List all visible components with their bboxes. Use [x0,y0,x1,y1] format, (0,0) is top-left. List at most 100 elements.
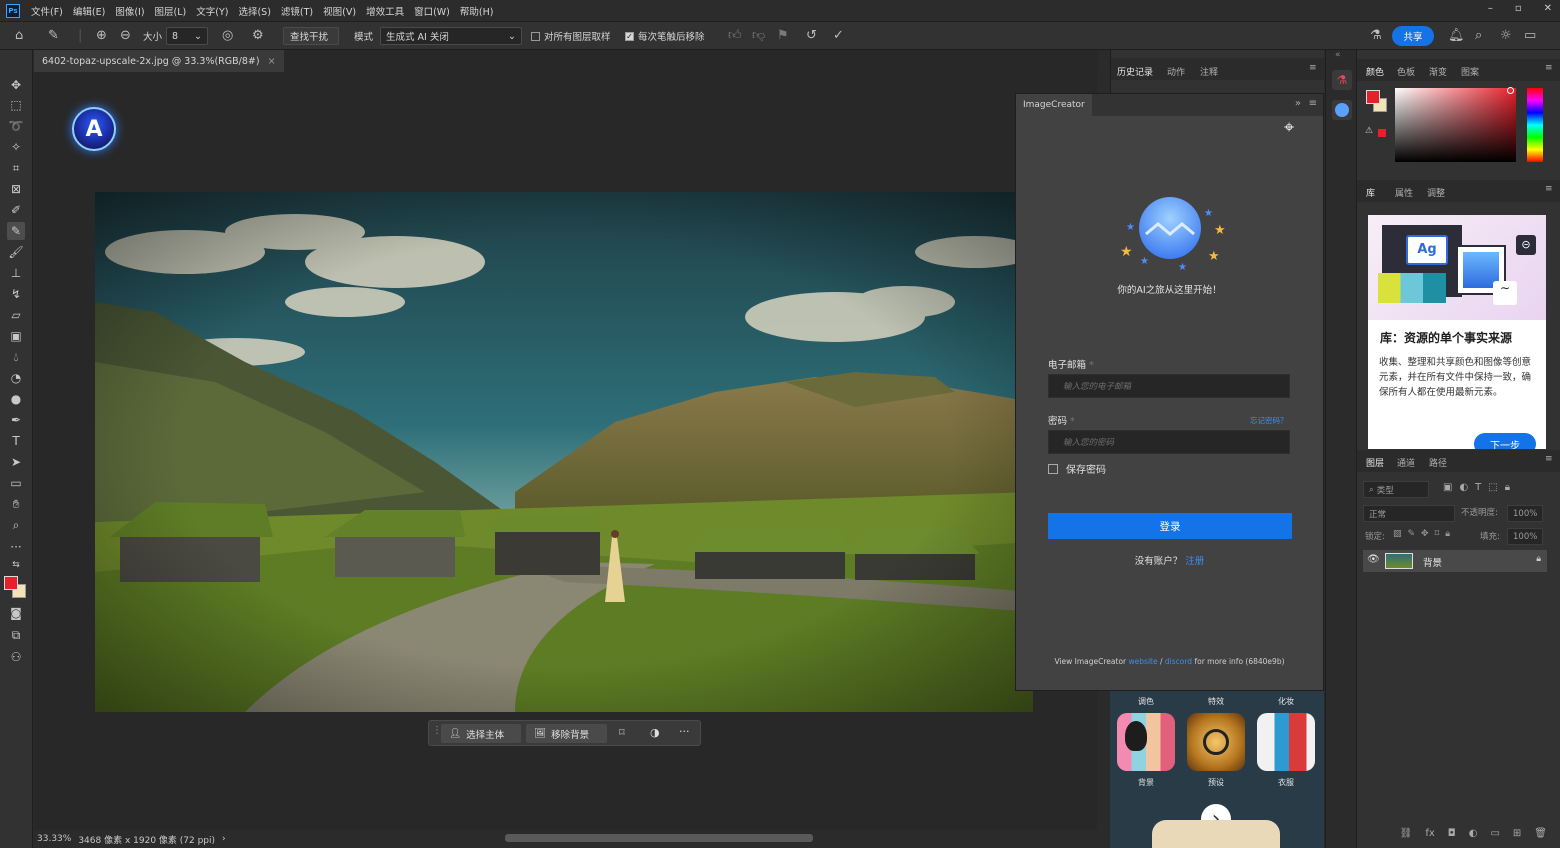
workspace-icon[interactable]: ▭ [1524,28,1536,44]
menu-window[interactable]: 窗口(W) [409,4,455,18]
panel-menu-icon[interactable]: ≡ [1545,184,1553,194]
adjustment-layer-icon[interactable]: ◐ [1469,828,1478,839]
quick-mask-icon[interactable]: ◙ [7,604,25,622]
collapse-icon[interactable]: « [1335,50,1341,60]
size-field[interactable]: 8 ⌄ [166,27,208,45]
frame-tool-icon[interactable]: ⊠ [7,180,25,198]
eyedropper-tool-icon[interactable]: ✐ [7,201,25,219]
link-layers-icon[interactable]: ⛓ [1400,828,1413,839]
eraser-tool-icon[interactable]: ▱ [7,306,25,324]
register-link[interactable]: 注册 [1185,556,1204,567]
discover-icon[interactable]: ☼ [1500,28,1512,44]
password-field[interactable]: 输入您的密码 [1048,430,1290,454]
bell-icon[interactable]: 🔔︎ [1448,28,1465,44]
lock-icons[interactable]: ▨✎✥⌑🔒︎ [1393,529,1456,539]
beaker-icon[interactable]: ⚗ [1370,28,1382,44]
history-brush-tool-icon[interactable]: ↯ [7,285,25,303]
mode-select[interactable]: 生成式 AI 关闭 ⌄ [380,27,522,45]
tab-history[interactable]: 历史记录 [1117,65,1153,78]
trash-icon[interactable]: 🗑︎ [1534,828,1547,839]
lasso-tool-icon[interactable]: ➰ [7,117,25,135]
close-button[interactable]: ✕ [1544,3,1552,14]
gamut-swatch[interactable] [1378,129,1386,137]
blur-tool-icon[interactable]: 💧︎ [7,348,25,366]
login-button[interactable]: 登录 [1048,513,1292,539]
remove-after-stroke-checkbox[interactable]: ✓ 每次笔触后移除 [625,22,705,50]
thumb-clothes[interactable] [1257,713,1315,771]
tab-patterns[interactable]: 图案 [1461,65,1479,78]
menu-help[interactable]: 帮助(H) [455,4,499,18]
new-layer-icon[interactable]: ⊞ [1513,828,1521,839]
color-picker-cursor[interactable] [1507,87,1514,94]
zoom-lens-tool-icon[interactable]: ● [7,390,25,408]
path-selection-tool-icon[interactable]: ➤ [7,453,25,471]
tab-libraries[interactable]: 库 [1366,186,1375,199]
menu-select[interactable]: 选择(S) [233,4,275,18]
panel-menu-icon[interactable]: ≡ [1309,98,1317,109]
stamp-tool-icon[interactable]: ⊥ [7,264,25,282]
new-group-icon[interactable]: ▭ [1490,828,1499,839]
plugin-panel-icon[interactable]: ⚗ [1332,70,1352,90]
home-icon[interactable]: ⌂ [15,28,23,44]
pen-tool-icon[interactable]: ✒ [7,411,25,429]
menu-view[interactable]: 视图(V) [318,4,361,18]
commit-check-icon[interactable]: ✓ [833,28,844,44]
share-button[interactable]: 共享 [1392,26,1434,46]
imagecreator-title[interactable]: ImageCreator [1016,94,1092,116]
collapse-icon[interactable]: » [1295,98,1301,109]
blend-mode-select[interactable]: 正常 [1363,505,1455,522]
tab-layers[interactable]: 图层 [1366,456,1384,469]
imagecreator-panel-icon[interactable] [1332,100,1352,120]
settings-gear-icon[interactable]: ⚙ [252,28,264,44]
checkbox-unchecked[interactable] [1048,463,1058,474]
color-picker-field[interactable] [1395,87,1516,162]
foreground-swatch[interactable] [1366,90,1380,104]
find-interference-button[interactable]: 查找干扰 [283,27,339,45]
move-tool-icon[interactable]: ✥ [7,76,25,94]
menu-file[interactable]: 文件(F) [26,4,68,18]
document-tab[interactable]: 6402-topaz-upscale-2x.jpg @ 33.3%(RGB/8#… [34,50,284,72]
gamut-warning-icon[interactable]: ⚠ [1365,126,1373,136]
marquee-tool-icon[interactable]: ⬚ [7,96,25,114]
layer-name[interactable]: 背景 [1423,555,1442,569]
search-icon[interactable]: ⌕ [1475,28,1482,44]
email-field[interactable]: 输入您的电子邮箱 [1048,374,1290,398]
swap-colors-icon[interactable]: ⇆ [7,556,25,574]
panel-menu-icon[interactable]: ≡ [1545,63,1553,73]
panel-menu-icon[interactable]: ≡ [1545,454,1553,464]
thumb-preset[interactable] [1187,713,1245,771]
hue-slider[interactable] [1527,88,1543,162]
menu-type[interactable]: 文字(Y) [191,4,233,18]
layer-row-background[interactable]: 👁︎ 背景 🔒︎ [1363,550,1547,572]
promo-banner[interactable] [1152,820,1280,848]
pressure-icon[interactable]: ◎ [222,28,233,44]
menu-edit[interactable]: 编辑(E) [68,4,110,18]
zoom-level[interactable]: 33.33% [37,834,71,844]
layer-filter-select[interactable]: ⌕ 类型 [1363,481,1429,498]
thumb-background[interactable] [1117,713,1175,771]
remove-tool-icon[interactable]: ✎ [7,222,25,240]
screen-mode-icon[interactable]: ⧉ [7,626,25,644]
add-mask-icon[interactable]: ◘ [1448,828,1456,839]
crop-tool-icon[interactable]: ⌗ [7,159,25,177]
forgot-password-link[interactable]: 忘记密码？ [1250,415,1288,426]
select-subject-button[interactable]: 👤︎ 选择主体 [441,724,521,743]
website-link[interactable]: website [1129,657,1158,666]
tab-swatches[interactable]: 色板 [1397,65,1415,78]
rectangle-tool-icon[interactable]: ▭ [7,474,25,492]
remove-background-button[interactable]: 🖼︎ 移除背景 [526,724,607,743]
flag-icon[interactable]: ⚑ [777,28,789,44]
layer-filter-icons[interactable]: ▣◐T⬚🔒︎ [1443,482,1517,493]
checkbox-unchecked[interactable] [531,31,540,41]
remember-password-checkbox[interactable]: 保存密码 [1048,461,1106,476]
close-icon[interactable]: × [268,56,276,67]
opacity-field[interactable]: 100% [1507,505,1543,522]
thumbs-down-icon[interactable]: 👎︎ [752,28,765,44]
more-options-icon[interactable]: ··· [679,725,690,738]
brush-tool-icon[interactable]: 🖌︎ [7,243,25,261]
menu-filter[interactable]: 滤镜(T) [276,4,318,18]
magic-wand-tool-icon[interactable]: ✧ [7,138,25,156]
minimize-button[interactable]: – [1488,3,1493,14]
panel-menu-icon[interactable]: ≡ [1309,63,1317,73]
document-photo[interactable] [95,192,1033,712]
